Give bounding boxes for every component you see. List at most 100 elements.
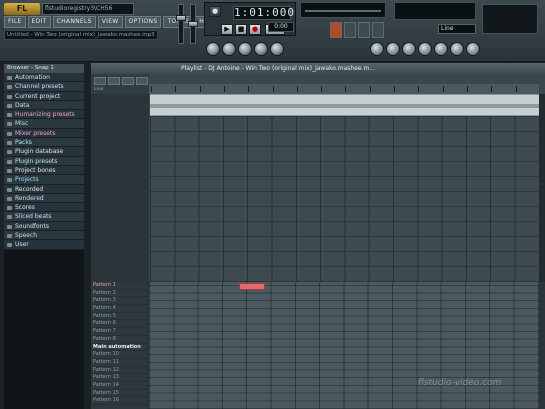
fader-knob[interactable]: [188, 21, 198, 27]
browser-header: Browser - Snap 1: [4, 64, 88, 73]
watermark: flstudio-video.com: [418, 378, 502, 388]
pattern-row[interactable]: Pattern 6: [91, 320, 147, 329]
output-monitor: [300, 2, 386, 18]
pattern-row[interactable]: Main automation: [91, 344, 147, 352]
pattern-row[interactable]: Pattern 5: [91, 313, 147, 321]
track-grid[interactable]: [150, 116, 539, 282]
cpu-memory-panel: [394, 2, 476, 20]
tool-button-5[interactable]: [434, 42, 448, 56]
pattern-row[interactable]: Pattern 14: [91, 382, 147, 390]
browser-list: Automation Channel presets Current project…: [4, 73, 88, 250]
view-pianoroll-button[interactable]: [238, 42, 252, 56]
pattern-row[interactable]: Pattern 15: [91, 390, 147, 398]
pattern-row[interactable]: Pattern 10: [91, 351, 147, 359]
pattern-row[interactable]: Pattern 1: [91, 282, 147, 290]
stop-button[interactable]: ■: [235, 24, 247, 35]
playlist-scrollbar[interactable]: [539, 94, 545, 282]
view-mixer-button[interactable]: [270, 42, 284, 56]
pattern-row[interactable]: Pattern 16: [91, 397, 147, 405]
menu-view[interactable]: VIEW: [97, 16, 123, 28]
playlist-zoom-button[interactable]: [122, 77, 134, 85]
pattern-row[interactable]: Pattern 13: [91, 374, 147, 382]
browser-item[interactable]: Rendered: [4, 193, 88, 204]
master-volume-fader[interactable]: [176, 4, 186, 44]
browser-item[interactable]: Packs: [4, 138, 88, 148]
browser-item[interactable]: Channel presets: [4, 82, 88, 92]
pattern-row[interactable]: Pattern 8: [91, 336, 147, 344]
tool-paint[interactable]: [344, 22, 356, 38]
tool-draw[interactable]: [330, 22, 342, 38]
browser-panel: Browser - Snap 1 Automation Channel prese…: [4, 64, 88, 409]
browser-item[interactable]: Recorded: [4, 184, 88, 194]
browser-item[interactable]: Plugin presets: [4, 156, 88, 166]
view-stepseq-button[interactable]: [222, 42, 236, 56]
playlist-toolbar: Line: [91, 74, 149, 94]
playlist-snap-label: Line: [94, 87, 104, 92]
playlist-snap-button[interactable]: [108, 77, 120, 85]
audio-clip[interactable]: [150, 94, 539, 116]
ruler-tick: [515, 86, 517, 92]
snap-select[interactable]: Line: [438, 24, 476, 34]
main-toolbar: FL flstudioregistry3\CH56 FILE EDIT CHAN…: [0, 0, 545, 62]
tool-button-7[interactable]: [466, 42, 480, 56]
pattern-row[interactable]: Pattern 4: [91, 305, 147, 313]
hint-bar: Untitled - Win Two (original mix)_jawako…: [4, 30, 158, 40]
browser-item[interactable]: Data: [4, 100, 88, 111]
menu-channels[interactable]: CHANNELS: [52, 16, 96, 28]
browser-item[interactable]: Projects: [4, 175, 88, 185]
playlist-title: Playlist - DJ Antoine - Win Two (origina…: [181, 65, 376, 72]
ruler-tick: [442, 86, 444, 92]
playlist-menu-button[interactable]: [94, 77, 106, 85]
browser-item[interactable]: Humanizing presets: [4, 110, 88, 120]
project-title-field[interactable]: flstudioregistry3\CH56: [42, 3, 134, 15]
tool-button-3[interactable]: [402, 42, 416, 56]
browser-item[interactable]: Speech: [4, 231, 88, 241]
pattern-row[interactable]: Pattern 12: [91, 367, 147, 375]
tool-button-4[interactable]: [418, 42, 432, 56]
pattern-row[interactable]: Pattern 2: [91, 290, 147, 298]
browser-item[interactable]: Sliced beats: [4, 212, 88, 222]
ruler-tick: [466, 86, 468, 92]
browser-item[interactable]: Project bones: [4, 165, 88, 176]
browser-item[interactable]: Soundfonts: [4, 221, 88, 232]
browser-item[interactable]: Automation: [4, 73, 88, 83]
browser-item[interactable]: Misc: [4, 119, 88, 129]
tool-strip: [330, 22, 386, 38]
tool-button-2[interactable]: [386, 42, 400, 56]
tool-select[interactable]: [372, 22, 384, 38]
fader-knob[interactable]: [176, 15, 186, 21]
view-browser-button[interactable]: [254, 42, 268, 56]
browser-item[interactable]: User: [4, 240, 88, 250]
tool-button-6[interactable]: [450, 42, 464, 56]
playlist-titlebar[interactable]: Playlist - DJ Antoine - Win Two (origina…: [91, 63, 545, 74]
tool-delete[interactable]: [358, 22, 370, 38]
menu-edit[interactable]: EDIT: [27, 16, 51, 28]
song-time-display: 1:01:000: [233, 6, 295, 20]
playlist-track-area[interactable]: [149, 74, 545, 282]
browser-item[interactable]: Plugin database: [4, 147, 88, 157]
view-playlist-button[interactable]: [206, 42, 220, 56]
ruler-tick: [223, 86, 225, 92]
timeline-ruler[interactable]: [149, 84, 539, 94]
menu-file[interactable]: FILE: [4, 16, 26, 28]
browser-item[interactable]: Current project: [4, 91, 88, 101]
pat-song-toggle[interactable]: ●: [209, 6, 221, 17]
browser-item[interactable]: Scores: [4, 203, 88, 213]
ruler-tick: [199, 86, 201, 92]
pattern-block[interactable]: [239, 283, 265, 290]
playlist-window: Playlist - DJ Antoine - Win Two (origina…: [91, 63, 545, 409]
pattern-row[interactable]: Pattern 3: [91, 297, 147, 306]
record-button[interactable]: ●: [249, 24, 261, 35]
pattern-row[interactable]: Pattern 11: [91, 359, 147, 367]
pattern-grid[interactable]: [149, 282, 539, 409]
play-button[interactable]: ▶: [221, 24, 233, 35]
tool-button-1[interactable]: [370, 42, 384, 56]
master-pitch-fader[interactable]: [188, 4, 198, 44]
pattern-row[interactable]: Pattern 7: [91, 328, 147, 336]
playlist-tool-button[interactable]: [136, 77, 148, 85]
pattern-list: Pattern 1 Pattern 2 Pattern 3 Pattern 4 Patt…: [91, 282, 147, 409]
ruler-tick: [394, 86, 395, 92]
browser-item[interactable]: Mixer presets: [4, 128, 88, 139]
browser-scrollbar[interactable]: [84, 64, 90, 409]
menu-options[interactable]: OPTIONS: [124, 16, 162, 28]
